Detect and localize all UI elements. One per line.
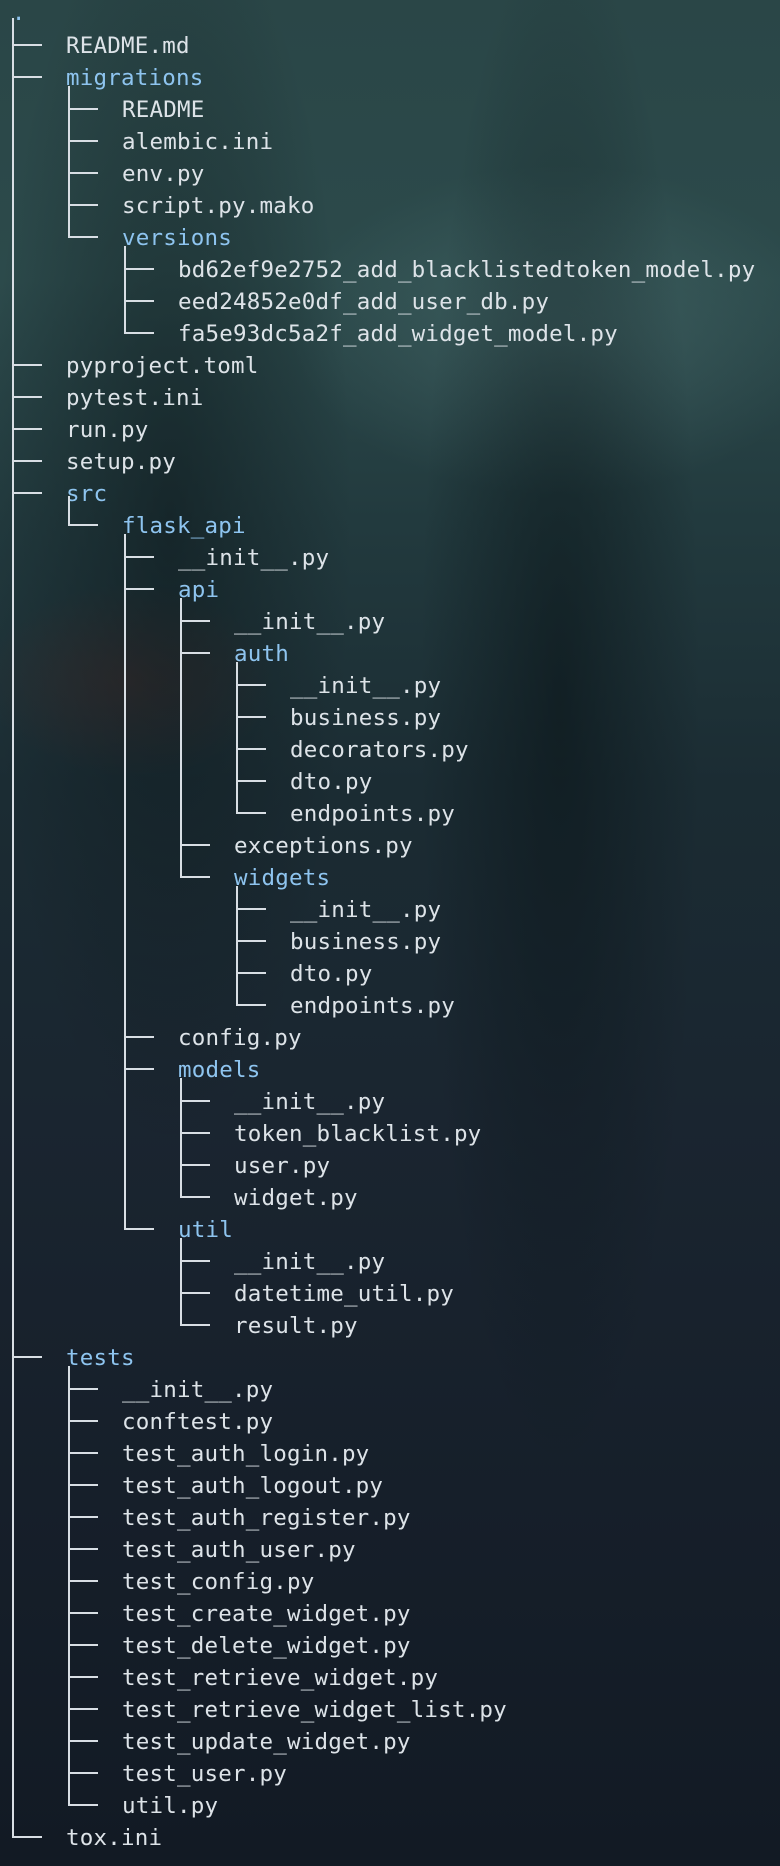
tree-guide-line	[12, 18, 14, 1824]
file-name: test_user.py	[122, 1761, 287, 1787]
file-name: test_auth_logout.py	[122, 1473, 384, 1499]
file-name: datetime_util.py	[234, 1281, 454, 1307]
file-name: __init__.py	[178, 545, 330, 571]
file-name: test_auth_login.py	[122, 1441, 370, 1467]
directory-tree: . README.md migrations README alembic.ini en…	[0, 0, 780, 1866]
file-name: __init__.py	[290, 897, 442, 923]
file-name: pyproject.toml	[66, 353, 259, 379]
file-name: README.md	[66, 33, 190, 59]
tree-guide-line	[236, 662, 238, 800]
file-name: fa5e93dc5a2f_add_widget_model.py	[178, 321, 618, 347]
file-name: exceptions.py	[234, 833, 413, 859]
file-name: dto.py	[290, 769, 373, 795]
file-name: test_update_widget.py	[122, 1729, 411, 1755]
file-name: __init__.py	[122, 1377, 274, 1403]
file-name: env.py	[122, 161, 205, 187]
tree-guide-line	[68, 502, 70, 512]
tree-guide-line	[124, 246, 126, 320]
tree-guide-line	[180, 598, 182, 864]
file-name: pytest.ini	[66, 385, 204, 411]
file-name: __init__.py	[234, 609, 386, 635]
tree-branch-connector	[230, 976, 270, 1022]
file-name: __init__.py	[290, 673, 442, 699]
file-name: script.py.mako	[122, 193, 315, 219]
file-name: eed24852e0df_add_user_db.py	[178, 289, 550, 315]
tree-guide-line	[68, 1366, 70, 1792]
file-name: widget.py	[234, 1185, 358, 1211]
tree-branch-connector	[118, 304, 158, 350]
folder-name: models	[178, 1057, 261, 1083]
file-name: endpoints.py	[290, 801, 455, 827]
tree-branch-connector	[174, 1168, 214, 1214]
file-name: bd62ef9e2752_add_blacklistedtoken_model.…	[178, 257, 756, 283]
file-name: endpoints.py	[290, 993, 455, 1019]
file-name: test_auth_register.py	[122, 1505, 411, 1531]
tree-guide-line	[180, 1238, 182, 1312]
file-name: test_auth_user.py	[122, 1537, 356, 1563]
file-name: token_blacklist.py	[234, 1121, 482, 1147]
tree-guide-line	[68, 86, 70, 224]
folder-name: widgets	[234, 865, 331, 891]
tree-branch-connector	[174, 1296, 214, 1342]
folder-name: migrations	[66, 65, 204, 91]
file-name: __init__.py	[234, 1089, 386, 1115]
tree-guide-line	[236, 886, 238, 992]
folder-name: flask_api	[122, 513, 246, 539]
tree-branch-connector	[6, 1808, 46, 1854]
folder-name: versions	[122, 225, 232, 251]
file-name: test_retrieve_widget.py	[122, 1665, 439, 1691]
file-name: alembic.ini	[122, 129, 274, 155]
tree-branch-connector	[62, 1776, 102, 1822]
file-name: decorators.py	[290, 737, 469, 763]
file-name: setup.py	[66, 449, 176, 475]
file-name: util.py	[122, 1793, 219, 1819]
tree-branch-connector	[62, 208, 102, 254]
tree-branch-connector	[230, 784, 270, 830]
file-name: test_retrieve_widget_list.py	[122, 1697, 507, 1723]
file-name: user.py	[234, 1153, 331, 1179]
tree-guide-line	[124, 534, 126, 1216]
file-name: result.py	[234, 1313, 358, 1339]
tree-branch-connector	[174, 848, 214, 894]
file-name: test_delete_widget.py	[122, 1633, 411, 1659]
file-name: README	[122, 97, 205, 123]
file-name: dto.py	[290, 961, 373, 987]
folder-name: auth	[234, 641, 289, 667]
file-name: tox.ini	[66, 1825, 163, 1851]
file-name: config.py	[178, 1025, 302, 1051]
file-name: test_create_widget.py	[122, 1601, 411, 1627]
tree-branch-connector	[118, 1200, 158, 1246]
file-name: __init__.py	[234, 1249, 386, 1275]
folder-name: util	[178, 1217, 233, 1243]
folder-name: tests	[66, 1345, 135, 1371]
file-name: run.py	[66, 417, 149, 443]
file-name: test_config.py	[122, 1569, 315, 1595]
tree-guide-line	[180, 1078, 182, 1184]
folder-name: src	[66, 481, 108, 507]
tree-branch-connector	[62, 496, 102, 542]
folder-name: api	[178, 577, 220, 603]
file-name: conftest.py	[122, 1409, 274, 1435]
file-name: business.py	[290, 929, 442, 955]
file-name: business.py	[290, 705, 442, 731]
